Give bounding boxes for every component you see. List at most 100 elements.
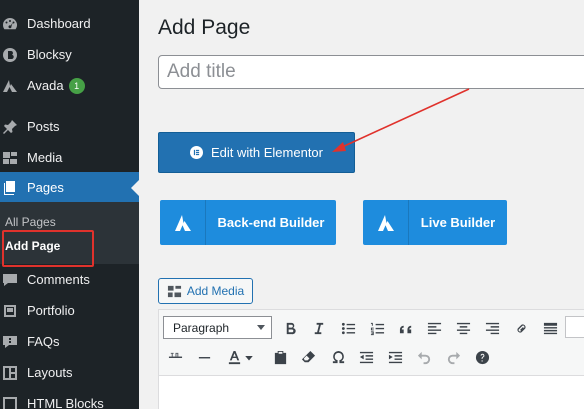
sidebar-item-pages[interactable]: Pages xyxy=(0,172,139,203)
align-center-button[interactable] xyxy=(451,316,475,340)
sidebar-item-label: HTML Blocks xyxy=(27,396,104,409)
faqs-icon xyxy=(2,334,18,350)
edit-with-elementor-label: Edit with Elementor xyxy=(211,145,323,160)
sidebar-item-html-blocks[interactable]: HTML Blocks xyxy=(0,388,139,409)
editor-toolbar: Paragraph xyxy=(159,310,584,376)
strikethrough-button[interactable] xyxy=(163,345,187,369)
bold-icon xyxy=(286,322,296,334)
format-select[interactable]: Paragraph xyxy=(163,316,272,339)
sidebar-item-label: FAQs xyxy=(27,334,60,349)
sidebar-item-label: Media xyxy=(27,150,63,165)
bulleted-list-icon xyxy=(341,322,355,334)
keyboard-shortcuts-button[interactable] xyxy=(470,345,494,369)
format-select-value: Paragraph xyxy=(173,320,230,335)
live-builder-label: Live Builder xyxy=(420,215,496,230)
sidebar-item-label: Portfolio xyxy=(27,303,75,318)
sidebar-item-label: Blocksy xyxy=(27,47,72,62)
classic-editor: Paragraph xyxy=(158,309,584,409)
text-color-icon xyxy=(228,350,240,364)
add-media-button[interactable]: Add Media xyxy=(158,278,253,304)
back-end-builder-label: Back-end Builder xyxy=(217,215,325,230)
blockquote-button[interactable] xyxy=(394,316,418,340)
pushpin-icon xyxy=(2,119,18,135)
add-media-icon xyxy=(167,285,181,297)
align-left-icon xyxy=(427,322,441,334)
blocksy-icon xyxy=(2,47,18,63)
link-icon xyxy=(516,323,526,333)
bold-button[interactable] xyxy=(278,316,302,340)
html-blocks-icon xyxy=(2,396,18,409)
sidebar-item-dashboard[interactable]: Dashboard xyxy=(0,8,139,39)
sidebar-item-media[interactable]: Media xyxy=(0,142,139,173)
title-input[interactable] xyxy=(158,55,584,89)
italic-button[interactable] xyxy=(306,316,330,340)
avada-logo-icon xyxy=(160,200,206,245)
sidebar-item-label: Layouts xyxy=(27,365,73,380)
indent-icon xyxy=(388,351,402,363)
sidebar-item-layouts[interactable]: Layouts xyxy=(0,357,139,388)
align-right-icon xyxy=(485,322,499,334)
sidebar-item-faqs[interactable]: FAQs xyxy=(0,326,139,357)
text-color-dropdown[interactable] xyxy=(243,345,255,369)
comments-icon xyxy=(2,272,18,288)
add-media-label: Add Media xyxy=(186,284,245,298)
bulleted-list-button[interactable] xyxy=(336,316,360,340)
live-builder-button[interactable]: Live Builder xyxy=(363,200,507,245)
horizontal-line-button[interactable] xyxy=(192,345,216,369)
edit-with-elementor-button[interactable]: Edit with Elementor xyxy=(158,132,355,173)
omega-icon xyxy=(332,350,344,363)
outdent-button[interactable] xyxy=(354,345,378,369)
pages-icon xyxy=(2,180,18,196)
paste-as-text-button[interactable] xyxy=(268,345,292,369)
special-character-button[interactable] xyxy=(326,345,350,369)
align-center-icon xyxy=(456,322,470,334)
align-left-button[interactable] xyxy=(422,316,446,340)
toolbar-toggle-button[interactable] xyxy=(565,316,584,338)
media-icon xyxy=(2,150,18,166)
portfolio-icon xyxy=(2,303,18,319)
annotation-highlight-box xyxy=(2,230,94,267)
avada-icon xyxy=(2,78,18,94)
align-right-button[interactable] xyxy=(480,316,504,340)
indent-button[interactable] xyxy=(383,345,407,369)
sidebar-item-label: Comments xyxy=(27,272,90,287)
sidebar-item-label: Dashboard xyxy=(27,16,91,31)
avada-logo-icon xyxy=(363,200,409,245)
active-menu-arrow xyxy=(131,180,139,196)
back-end-builder-button[interactable]: Back-end Builder xyxy=(160,200,336,245)
redo-icon xyxy=(447,351,460,364)
sidebar-item-avada[interactable]: Avada 1 xyxy=(0,70,139,101)
sidebar-item-label: Pages xyxy=(27,180,64,195)
chevron-down-icon xyxy=(245,355,253,360)
undo-button[interactable] xyxy=(412,345,436,369)
help-icon xyxy=(475,350,489,364)
clipboard-icon xyxy=(274,350,286,364)
numbered-list-button[interactable] xyxy=(365,316,389,340)
chevron-down-icon xyxy=(257,325,265,330)
sidebar-item-blocksy[interactable]: Blocksy xyxy=(0,39,139,70)
eraser-icon xyxy=(301,350,315,362)
horizontal-line-icon xyxy=(198,356,210,358)
submenu-all-pages[interactable]: All Pages xyxy=(5,215,56,229)
read-more-icon xyxy=(543,322,557,334)
strikethrough-icon xyxy=(168,352,182,358)
sidebar-item-portfolio[interactable]: Portfolio xyxy=(0,295,139,326)
dashboard-icon xyxy=(2,16,18,32)
clear-formatting-button[interactable] xyxy=(296,345,320,369)
sidebar-item-label: Posts xyxy=(27,119,60,134)
sidebar-item-label: Avada xyxy=(27,78,64,93)
insert-link-button[interactable] xyxy=(509,316,533,340)
sidebar-item-posts[interactable]: Posts xyxy=(0,111,139,142)
elementor-icon xyxy=(190,146,203,159)
outdent-icon xyxy=(359,351,373,363)
read-more-button[interactable] xyxy=(538,316,562,340)
update-count-badge: 1 xyxy=(68,77,85,94)
numbered-list-icon xyxy=(370,322,384,335)
sidebar-item-comments[interactable]: Comments xyxy=(0,264,139,295)
italic-icon xyxy=(314,322,323,334)
undo-icon xyxy=(417,351,430,364)
page-title: Add Page xyxy=(158,16,251,39)
blockquote-icon xyxy=(399,325,411,333)
admin-sidebar: Dashboard Blocksy Avada 1 Posts Media Pa… xyxy=(0,0,139,409)
redo-button[interactable] xyxy=(441,345,465,369)
